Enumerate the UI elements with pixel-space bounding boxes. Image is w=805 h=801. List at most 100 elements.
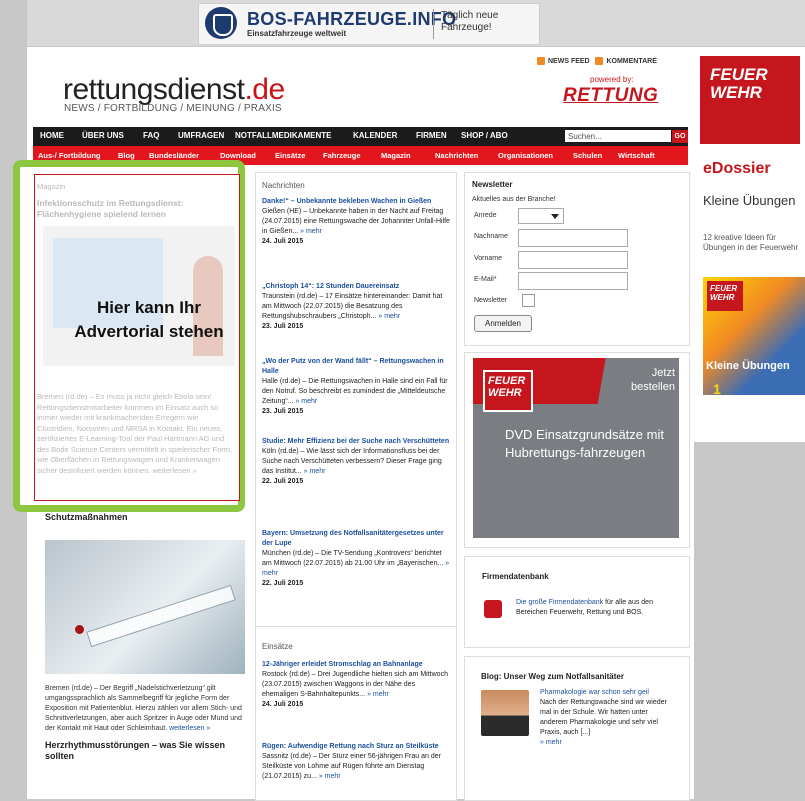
subnav-item-wirtschaft[interactable]: Wirtschaft [618,151,655,160]
shield-icon [205,7,237,39]
nav-item-firmen[interactable]: FIRMEN [416,131,447,140]
subnav-item-fahrzeuge[interactable]: Fahrzeuge [323,151,361,160]
search-input[interactable] [565,130,671,142]
subnav-item-organisationen[interactable]: Organisationen [498,151,553,160]
nav-item-umfragen[interactable]: UMFRAGEN [178,131,224,140]
news-item: Danke!“ – Unbekannte bekleben Wachen in … [262,197,452,247]
subnav-item-blog[interactable]: Blog [118,151,135,160]
email-field[interactable] [518,272,628,290]
news-item-more[interactable]: » mehr [295,398,317,405]
nav-item-notfallmedikamente[interactable]: NOTFALLMEDIKAMENTE [235,131,331,140]
logo-tld: .de [244,73,285,106]
article-teaser-text: Bremen (rd.de) – Der Begriff „Nadelstich… [45,685,242,732]
subnav-item-download[interactable]: Download [220,151,256,160]
edossier-label: eDossier [703,160,771,177]
rss-icon [537,57,545,65]
advertorial-headline[interactable]: Infektionsschutz im Rettungsdienst: Fläc… [37,198,235,220]
news-item-more[interactable]: » mehr [319,773,341,780]
dvd-ad-banner[interactable]: FEUER WEHR Jetzt bestellen DVD Einsatzgr… [473,358,679,538]
subnav-item-bundeslaender[interactable]: Bundesländer [149,151,199,160]
main-navigation: HOME ÜBER UNS FAQ UMFRAGEN NOTFALLMEDIKA… [33,127,688,146]
email-label: E-Mail* [474,276,497,283]
blog-post-text: Nach der Rettungswache sind wir wieder m… [540,699,667,736]
anmelden-button[interactable]: Anmelden [474,315,532,332]
site-tagline: NEWS / FORTBILDUNG / MEINUNG / PRAXIS [64,103,282,114]
news-item: 12-Jähriger erleidet Stromschlag an Bahn… [262,660,452,710]
nav-item-shop-abo[interactable]: SHOP / ABO [461,131,508,140]
nav-item-faq[interactable]: FAQ [143,131,159,140]
news-item: Bayern: Umsetzung des Notfallsanitäterge… [262,529,452,589]
news-item-title[interactable]: Danke!“ – Unbekannte bekleben Wachen in … [262,197,452,207]
kommentare-link[interactable]: KOMMENTARE [606,58,656,65]
anrede-select[interactable] [518,208,564,224]
blog-post-link[interactable]: Pharmakologie war schon sehr geil [540,688,675,698]
news-item-more[interactable]: » mehr [367,691,389,698]
article-more-link[interactable]: weiterlesen » [169,725,210,732]
news-item-body: Traunstein (rd.de) – 17 Einsätze hintere… [262,293,443,320]
feuerwehr-logo: FEUER WEHR [483,370,533,412]
dvd-cta: Jetzt bestellen [630,367,675,393]
logo-main: rettungsdienst [63,73,245,106]
banner-title: BOS-FAHRZEUGE.INFO [247,9,457,29]
subnav-item-nachrichten[interactable]: Nachrichten [435,151,478,160]
newsfeed-link[interactable]: NEWS FEED [548,58,590,65]
subnav-item-magazin[interactable]: Magazin [381,151,411,160]
advertorial-more-link[interactable]: weiterlesen » [153,466,197,475]
article-image-syringe [45,540,245,674]
news-item-title[interactable]: 12-Jähriger erleidet Stromschlag an Bahn… [262,660,452,670]
news-item-more[interactable]: » mehr [300,228,322,235]
nav-item-kalender[interactable]: KALENDER [353,131,397,140]
blog-author-photo [481,690,529,736]
news-item-title[interactable]: Bayern: Umsetzung des Notfallsanitäterge… [262,529,452,549]
feuerwehr-magazin-logo: FEUER WEHR [700,56,800,144]
news-item-title[interactable]: Studie: Mehr Effizienz bei der Suche nac… [262,437,452,447]
article-heading[interactable]: Schutzmaßnahmen [45,512,128,522]
advertorial-body-text: Bremen (rd.de) – Es muss ja nicht gleich… [37,392,233,475]
advertorial-section-label: Magazin [37,182,66,191]
nav-item-home[interactable]: HOME [40,131,64,140]
article-heading-2[interactable]: Herzrhythmusstörungen – was Sie wissen s… [45,740,245,762]
news-item-body: Rostock (rd.de) – Drei Jugendliche hielt… [262,671,448,698]
banner-divider [433,9,434,39]
blog-more-link[interactable]: » mehr [540,738,675,748]
blood-drop-shape [75,625,84,634]
news-section-title: Nachrichten [262,181,305,190]
rettung-magazin-logo[interactable]: RETTUNG [563,85,658,107]
news-item-body: München (rd.de) – Die TV-Sendung „Kontro… [262,550,444,567]
site-logo[interactable]: rettungsdienst.de [63,73,285,107]
news-item-title[interactable]: „Wo der Putz von der Wand fällt“ – Rettu… [262,357,452,377]
subnav-item-schulen[interactable]: Schulen [573,151,602,160]
banner-subtitle: Einsatzfahrzeuge weltweit [247,29,347,38]
news-item: „Christoph 14“: 12 Stunden Dauereinsatz … [262,282,452,332]
subnav-item-einsaetze[interactable]: Einsätze [275,151,305,160]
news-item: Rügen: Aufwendige Rettung nach Sturz an … [262,742,452,782]
search-go-button[interactable]: GO [672,130,688,143]
cover-logo: FEUER WEHR [707,281,743,311]
rss-icon [595,57,604,65]
nachname-field[interactable] [518,229,628,247]
cover-number: 1 [713,381,721,397]
vorname-field[interactable] [518,251,628,269]
news-item-date: 22. Juli 2015 [262,580,304,587]
edossier-title: Kleine Übungen [703,193,796,208]
news-item: Studie: Mehr Effizienz bei der Suche nac… [262,437,452,487]
news-item-date: 22. Juli 2015 [262,478,304,485]
news-item-more[interactable]: » mehr [304,468,326,475]
database-icon [484,600,502,618]
newsletter-checkbox[interactable] [522,294,535,307]
cover-title: Kleine Übungen [706,360,790,372]
bos-fahrzeuge-banner[interactable]: BOS-FAHRZEUGE.INFO Einsatzfahrzeuge welt… [198,3,540,45]
news-item-more[interactable]: » mehr [378,313,400,320]
powered-by-label: powered by: [590,75,634,84]
news-item-title[interactable]: „Christoph 14“: 12 Stunden Dauereinsatz [262,282,452,292]
news-item-date: 23. Juli 2015 [262,408,304,415]
news-item: „Wo der Putz von der Wand fällt“ – Rettu… [262,357,452,417]
subnav-item-fortbildung[interactable]: Aus-/ Fortbildung [38,151,101,160]
nav-item-ueber-uns[interactable]: ÜBER UNS [82,131,124,140]
news-item-title[interactable]: Rügen: Aufwendige Rettung nach Sturz an … [262,742,452,752]
einsaetze-section-title: Einsätze [262,642,293,651]
article-teaser: Bremen (rd.de) – Der Begriff „Nadelstich… [45,684,250,734]
edossier-subtitle: 12 kreative Ideen für Übungen in der Feu… [703,233,799,252]
newsletter-checkbox-label: Newsletter [474,297,508,304]
firmendatenbank-link[interactable]: Die große Firmendatenbank [516,599,603,606]
